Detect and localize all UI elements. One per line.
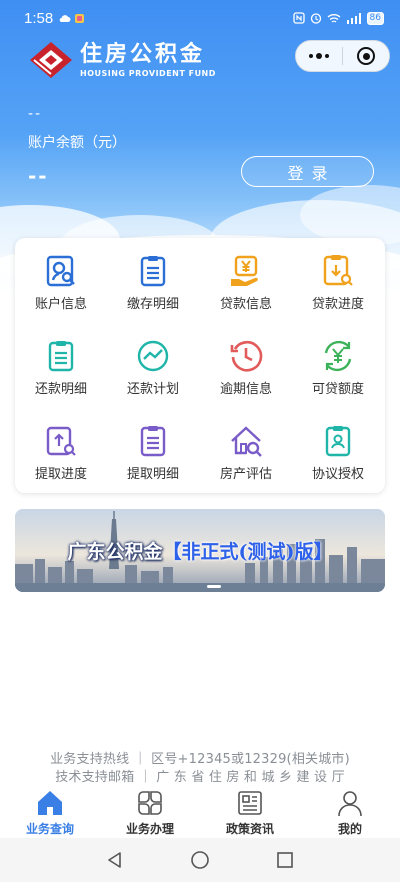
document-lines-icon bbox=[140, 426, 166, 457]
service-withdraw-progress[interactable]: 提取进度 bbox=[15, 408, 107, 488]
banner-title-main: 广东公积金 bbox=[67, 541, 163, 563]
tab-business-handling[interactable]: 业务办理 bbox=[100, 786, 200, 838]
service-label: 提取明细 bbox=[126, 467, 179, 482]
miniprogram-capsule bbox=[295, 40, 390, 72]
recents-icon[interactable] bbox=[275, 850, 295, 870]
account-id-placeholder: -- bbox=[28, 106, 43, 122]
support-email-text: 技术支持邮箱 ｜ 广 东 省 住 房 和 城 乡 建 设 厅 bbox=[55, 770, 345, 785]
service-overdue-info[interactable]: 逾期信息 bbox=[200, 323, 292, 403]
brand-name-cn: 住房公积金 bbox=[80, 41, 206, 67]
back-icon[interactable] bbox=[105, 850, 125, 870]
service-label: 还款明细 bbox=[34, 382, 87, 397]
home-icon bbox=[38, 791, 62, 815]
tab-label: 业务办理 bbox=[125, 822, 174, 836]
service-loan-info[interactable]: 贷款信息 bbox=[200, 238, 292, 318]
banner-indicator-dot bbox=[207, 585, 221, 588]
service-label: 还款计划 bbox=[126, 382, 179, 397]
promo-banner[interactable]: 广东公积金【非正式(测试)版】 bbox=[15, 509, 385, 592]
service-label: 逾期信息 bbox=[219, 382, 272, 397]
target-close-icon bbox=[357, 47, 375, 65]
battery-level: 86 bbox=[366, 11, 384, 25]
more-options-button[interactable] bbox=[296, 41, 342, 71]
service-repayment-plan[interactable]: 还款计划 bbox=[107, 323, 199, 403]
services-grid: 账户信息 缴存明细 贷款信息 贷款进度 还款明细 还款计划 逾期信息 可贷额度 … bbox=[15, 238, 385, 493]
service-loan-quota[interactable]: 可贷额度 bbox=[292, 323, 384, 403]
more-dot bbox=[309, 54, 313, 58]
balance-label: 账户余额（元） bbox=[28, 135, 126, 151]
wifi-icon bbox=[327, 13, 340, 23]
upload-doc-icon bbox=[46, 426, 76, 456]
service-label: 账户信息 bbox=[34, 297, 87, 312]
service-agreement-auth[interactable]: 协议授权 bbox=[292, 408, 384, 488]
banner-title: 广东公积金【非正式(测试)版】 bbox=[15, 537, 385, 564]
more-dot bbox=[316, 53, 322, 59]
tab-label: 我的 bbox=[337, 822, 362, 836]
housing-fund-logo-icon bbox=[30, 42, 72, 78]
service-loan-progress[interactable]: 贷款进度 bbox=[292, 238, 384, 318]
notification-icons bbox=[59, 13, 85, 24]
trend-circle-icon bbox=[137, 340, 169, 372]
login-button[interactable]: 登录 bbox=[241, 156, 374, 187]
service-repayment-detail[interactable]: 还款明细 bbox=[15, 323, 107, 403]
person-icon bbox=[338, 791, 362, 817]
yuan-hand-icon bbox=[231, 255, 258, 286]
tab-label: 业务查询 bbox=[25, 822, 74, 836]
service-label: 贷款进度 bbox=[311, 297, 364, 312]
status-time: 1:58 bbox=[24, 9, 54, 27]
signal-icon bbox=[346, 12, 361, 24]
system-status-icons: 86 bbox=[292, 11, 384, 25]
service-label: 缴存明细 bbox=[126, 297, 179, 312]
more-dot bbox=[325, 54, 329, 58]
service-account-info[interactable]: 账户信息 bbox=[15, 238, 107, 318]
close-miniprogram-button[interactable] bbox=[343, 41, 389, 71]
clipboard-check-icon bbox=[325, 426, 351, 457]
house-search-icon bbox=[231, 426, 262, 457]
newspaper-icon bbox=[238, 791, 262, 815]
service-property-valuation[interactable]: 房产评估 bbox=[200, 408, 292, 488]
account-search-icon bbox=[46, 255, 75, 287]
download-doc-icon bbox=[323, 255, 353, 286]
app-notification-icon bbox=[75, 13, 85, 23]
tab-business-query[interactable]: 业务查询 bbox=[0, 786, 100, 838]
tab-mine[interactable]: 我的 bbox=[300, 786, 400, 838]
cloud-icon bbox=[59, 15, 71, 23]
bottom-tab-bar: 业务查询 业务办理 政策资讯 我的 bbox=[0, 786, 400, 838]
service-label: 可贷额度 bbox=[311, 382, 364, 397]
service-withdraw-detail[interactable]: 提取明细 bbox=[107, 408, 199, 488]
clock-history-icon bbox=[230, 340, 263, 372]
brand-logo: 住房公积金 HOUSING PROVIDENT FUND bbox=[28, 40, 216, 80]
system-navigation-bar bbox=[0, 838, 400, 882]
alarm-icon bbox=[310, 13, 321, 24]
nfc-icon bbox=[292, 12, 305, 24]
service-deposit-detail[interactable]: 缴存明细 bbox=[107, 238, 199, 318]
grid-flower-icon bbox=[138, 791, 162, 815]
clipboard-list-icon bbox=[48, 341, 74, 372]
status-bar: 1:58 86 bbox=[0, 0, 400, 36]
service-label: 贷款信息 bbox=[219, 297, 272, 312]
brand-name-en: HOUSING PROVIDENT FUND bbox=[80, 68, 216, 78]
tab-label: 政策资讯 bbox=[225, 822, 274, 836]
yuan-cycle-icon bbox=[324, 340, 352, 372]
home-circle-icon[interactable] bbox=[190, 850, 210, 870]
service-label: 提取进度 bbox=[34, 467, 87, 482]
support-hotline-text: 业务支持热线 ｜ 区号+12345或12329(相关城市) bbox=[50, 752, 350, 767]
service-label: 协议授权 bbox=[311, 467, 364, 482]
document-list-icon bbox=[140, 256, 166, 287]
balance-value: -- bbox=[28, 164, 49, 188]
banner-title-highlight: 【非正式(测试)版】 bbox=[162, 541, 333, 563]
tab-policy-news[interactable]: 政策资讯 bbox=[200, 786, 300, 838]
service-label: 房产评估 bbox=[219, 467, 272, 482]
